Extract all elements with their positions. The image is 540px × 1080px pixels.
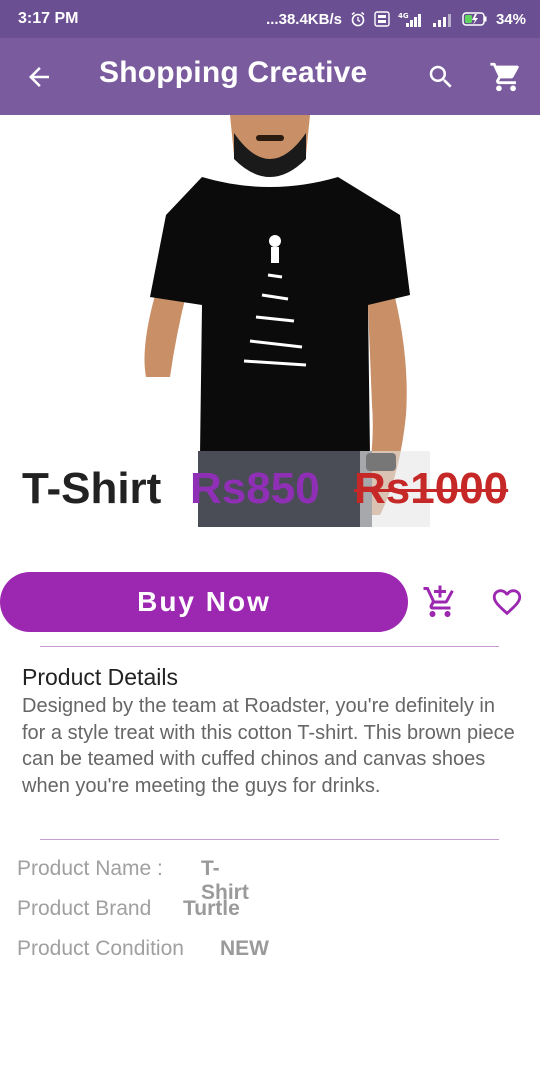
spec-row-condition: Product Condition NEW — [17, 937, 269, 967]
divider — [40, 646, 499, 647]
app-title: Shopping Creative — [99, 56, 368, 89]
battery-icon — [462, 11, 488, 27]
product-details-heading: Product Details — [22, 664, 178, 690]
spec-row-name: Product Name : T-Shirt — [17, 857, 249, 904]
volte-icon — [374, 11, 390, 27]
spec-value: Turtle — [183, 897, 240, 920]
status-indicators: ...38.4KB/s 4G 34% — [266, 11, 526, 28]
original-price: Rs1000 — [354, 464, 509, 513]
arrow-back-icon[interactable] — [24, 62, 54, 92]
product-name: T-Shirt — [22, 464, 162, 513]
signal-icon — [432, 11, 454, 27]
buy-now-button[interactable]: Buy Now — [0, 572, 408, 632]
spec-label: Product Brand — [17, 897, 152, 920]
status-time: 3:17 PM — [18, 10, 79, 27]
cart-icon[interactable] — [489, 60, 523, 94]
spec-label: Product Name : — [17, 857, 163, 880]
battery-percent: 34% — [495, 10, 526, 28]
price-row: T-Shirt Rs850 Rs1000 — [0, 458, 540, 520]
spec-value: NEW — [220, 937, 269, 960]
app-bar: Shopping Creative — [0, 38, 540, 115]
heart-outline-icon[interactable] — [490, 585, 524, 619]
signal-4g-icon: 4G — [398, 11, 424, 27]
spec-label: Product Condition — [17, 937, 184, 960]
product-description: Designed by the team at Roadster, you're… — [22, 695, 515, 797]
alarm-icon — [350, 11, 366, 27]
spec-row-brand: Product Brand Turtle — [17, 897, 240, 927]
divider — [40, 839, 499, 840]
network-speed: ...38.4KB/s — [266, 10, 342, 28]
search-icon[interactable] — [426, 62, 456, 92]
product-price: Rs850 — [190, 464, 320, 513]
add-to-cart-icon[interactable] — [422, 584, 458, 620]
status-bar: 3:17 PM ...38.4KB/s 4G 34% — [0, 0, 540, 38]
svg-text:4G: 4G — [398, 12, 409, 20]
